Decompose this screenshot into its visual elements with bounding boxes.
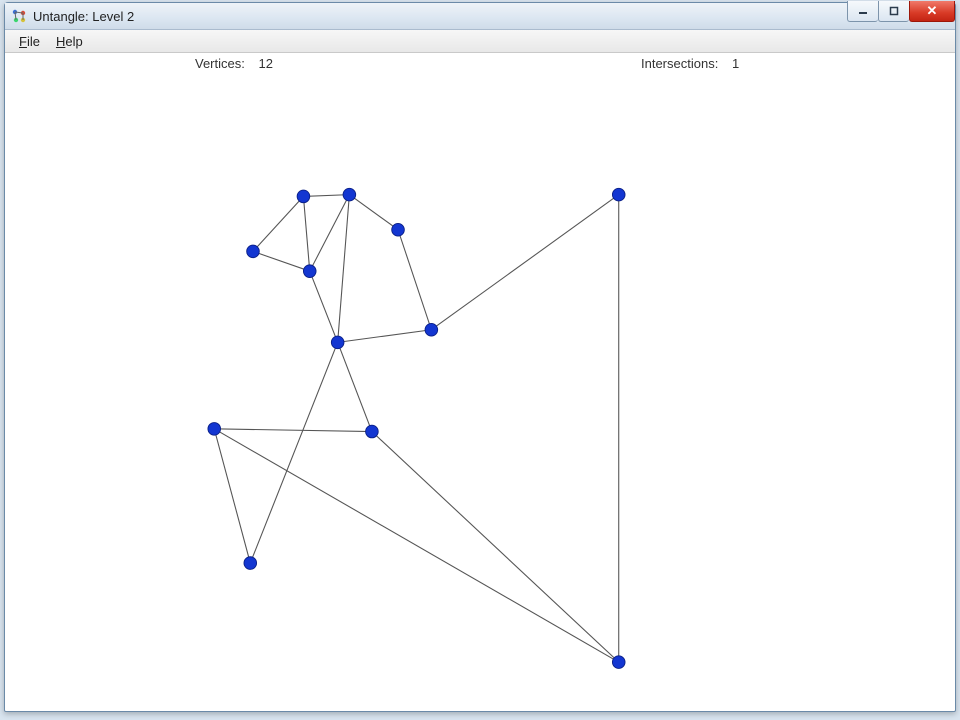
window-controls: ✕ <box>847 1 955 22</box>
graph-vertex[interactable] <box>331 336 344 349</box>
vertices-value: 12 <box>258 56 272 71</box>
vertices-info: Vertices: 12 <box>195 56 273 71</box>
graph-vertex[interactable] <box>366 425 379 438</box>
titlebar[interactable]: Untangle: Level 2 ✕ <box>5 3 955 30</box>
graph-edge <box>338 342 372 431</box>
graph-edge <box>253 196 303 251</box>
intersections-label: Intersections: <box>641 56 718 71</box>
graph-vertex[interactable] <box>392 223 405 236</box>
maximize-icon <box>889 6 899 16</box>
graph-edge <box>338 195 350 343</box>
graph-vertex[interactable] <box>612 656 625 669</box>
graph-vertex[interactable] <box>303 265 316 278</box>
graph-edge <box>431 195 618 330</box>
minimize-button[interactable] <box>847 1 878 22</box>
menu-file-rest: ile <box>27 34 40 49</box>
intersections-value: 1 <box>732 56 739 71</box>
minimize-icon <box>858 6 868 16</box>
menu-help-rest: elp <box>65 34 82 49</box>
graph-edge <box>398 230 431 330</box>
graph-svg <box>5 73 955 709</box>
app-icon <box>11 8 27 24</box>
graph-vertex[interactable] <box>343 188 356 201</box>
menubar: File Help <box>5 30 955 53</box>
info-row: Vertices: 12 Intersections: 1 <box>5 53 955 73</box>
graph-edge <box>303 196 309 271</box>
graph-edge <box>303 195 349 197</box>
graph-edge <box>214 429 618 662</box>
maximize-button[interactable] <box>878 1 909 22</box>
graph-edge <box>214 429 250 563</box>
graph-edge <box>214 429 372 432</box>
vertices-label: Vertices: <box>195 56 245 71</box>
graph-edge <box>250 342 337 563</box>
menu-help[interactable]: Help <box>48 32 91 51</box>
graph-vertex[interactable] <box>247 245 260 258</box>
graph-canvas[interactable] <box>5 73 955 709</box>
app-window: Untangle: Level 2 ✕ File Help Vertices: … <box>4 2 956 712</box>
graph-vertex[interactable] <box>244 557 257 570</box>
graph-vertex[interactable] <box>297 190 310 203</box>
intersections-info: Intersections: 1 <box>641 56 739 71</box>
graph-vertex[interactable] <box>612 188 625 201</box>
graph-edge <box>310 271 338 342</box>
graph-vertex[interactable] <box>425 323 438 336</box>
window-title: Untangle: Level 2 <box>33 9 134 24</box>
menu-file[interactable]: File <box>11 32 48 51</box>
graph-vertex[interactable] <box>208 423 221 436</box>
graph-edge <box>349 195 398 230</box>
graph-edge <box>310 195 350 272</box>
close-icon: ✕ <box>927 3 938 19</box>
close-button[interactable]: ✕ <box>909 1 955 22</box>
graph-edge <box>338 330 432 343</box>
graph-edge <box>372 432 619 663</box>
graph-edge <box>253 251 310 271</box>
